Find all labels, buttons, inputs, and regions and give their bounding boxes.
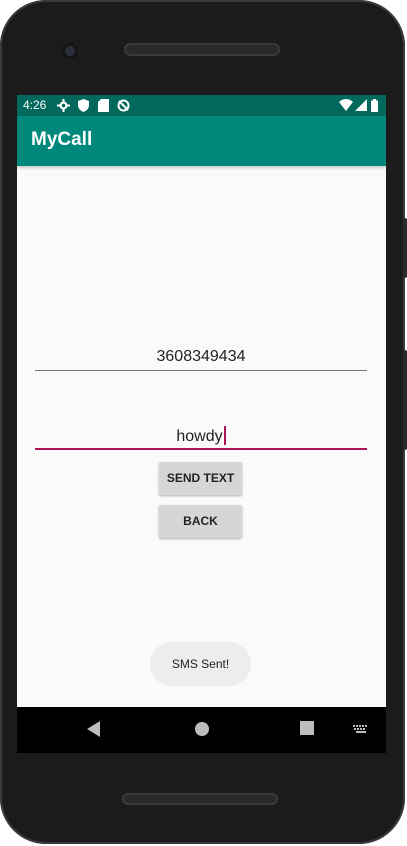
app-bar: MyCall <box>17 116 386 166</box>
wifi-icon <box>339 99 353 111</box>
recents-icon[interactable] <box>300 721 315 736</box>
battery-icon <box>371 99 378 112</box>
status-bar: 4:26 <box>17 95 386 116</box>
front-camera <box>62 43 78 59</box>
message-value: howdy <box>176 428 223 445</box>
send-text-button[interactable]: SEND TEXT <box>159 462 242 495</box>
toast-message: SMS Sent! <box>150 642 251 686</box>
sd-card-icon <box>98 99 109 112</box>
phone-number-input[interactable]: 3608349434 <box>35 348 367 371</box>
settings-icon <box>57 99 70 112</box>
signal-icon <box>355 99 367 111</box>
message-input[interactable]: howdy <box>35 426 367 450</box>
screen: 4:26 MyCall 3608349434 howdy SEND TEXT B… <box>17 95 386 707</box>
power-button <box>403 218 407 278</box>
status-time: 4:26 <box>23 98 47 112</box>
text-cursor <box>223 426 226 445</box>
back-icon[interactable] <box>87 721 101 737</box>
phone-number-value: 3608349434 <box>156 348 246 365</box>
sync-disabled-icon <box>117 99 130 112</box>
app-title: MyCall <box>31 129 93 150</box>
shield-icon <box>78 99 89 112</box>
volume-button <box>403 350 407 450</box>
keyboard-icon[interactable] <box>353 725 369 734</box>
navigation-bar <box>17 707 386 753</box>
bottom-speaker <box>122 793 278 805</box>
message-underline <box>35 448 367 450</box>
home-icon[interactable] <box>194 721 210 737</box>
device-frame: 4:26 MyCall 3608349434 howdy SEND TEXT B… <box>0 0 407 844</box>
back-button[interactable]: BACK <box>159 505 242 538</box>
phone-number-underline <box>35 370 367 371</box>
top-speaker <box>124 43 280 56</box>
